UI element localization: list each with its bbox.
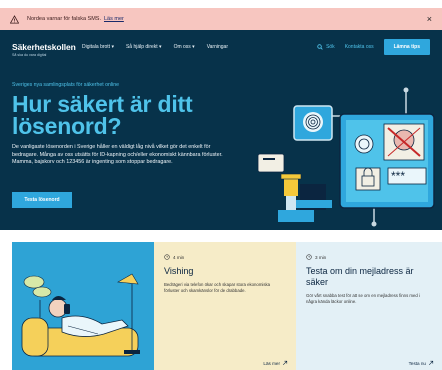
search-icon (317, 44, 323, 50)
search-label: Sök (326, 44, 335, 50)
svg-text:***: *** (391, 169, 405, 183)
article-card-email-test[interactable]: 3 min Testa om din mejladress är säker G… (296, 242, 442, 370)
close-icon[interactable]: × (427, 13, 432, 25)
search-link[interactable]: Sök (317, 44, 335, 50)
test-now-link[interactable]: Testa nu (409, 360, 434, 366)
alert-read-more-link[interactable]: Läs mer (104, 16, 124, 22)
clock-icon (164, 254, 170, 260)
clock-icon (306, 254, 312, 260)
nav-item-digitala-brott[interactable]: Digitala brott ▾ (82, 44, 114, 50)
vishing-illustration (12, 242, 154, 370)
read-time: 3 min (306, 254, 432, 260)
test-now-label: Testa nu (408, 360, 426, 366)
hero-section: Säkerhetskollen Så ska du vara digital D… (0, 30, 442, 230)
hero-title-line-1: Hur säkert är ditt (12, 91, 193, 117)
alert-text: Nordea varnar för falska SMS. (27, 16, 101, 22)
read-time: 4 min (164, 254, 286, 260)
brand-name: Säkerhetskollen (12, 42, 76, 52)
main-nav: Säkerhetskollen Så ska du vara digital D… (0, 30, 442, 68)
arrow-icon (428, 360, 434, 366)
test-password-button[interactable]: Testa lösenord (12, 192, 72, 208)
nav-item-hjalp-direkt[interactable]: Så hjälp direkt ▾ (126, 44, 162, 50)
nav-actions: Sök Kontakta oss Lämna tips (317, 39, 430, 55)
submit-tip-button[interactable]: Lämna tips (383, 39, 430, 55)
warning-icon (10, 14, 19, 24)
hero-title-line-2: lösenord? (12, 113, 122, 139)
read-more-label: Läs mer (263, 360, 280, 366)
nav-item-om-oss[interactable]: Om oss ▾ (174, 44, 195, 50)
card-title: Testa om din mejladress är säker (306, 266, 414, 287)
brand-tagline: Så ska du vara digital (12, 53, 47, 57)
alert-banner: Nordea varnar för falska SMS. Läs mer × (0, 8, 442, 30)
arrow-icon (282, 360, 288, 366)
hero-title: Hur säkert är ditt lösenord? (12, 91, 232, 139)
hero-lead: De vanligaste lösenorden i Sverige hålle… (12, 144, 223, 166)
read-time-label: 3 min (315, 254, 327, 260)
article-card-vishing[interactable]: 4 min Vishing Bedrägeri via telefon ökar… (154, 242, 296, 370)
card-description: Gör vårt snabba test för att se om en me… (306, 293, 420, 304)
password-security-illustration: *** (257, 87, 435, 227)
read-more-link[interactable]: Läs mer (263, 360, 288, 366)
card-description: Bedrägeri via telefon ökar och skapar st… (164, 282, 271, 293)
contact-link[interactable]: Kontakta oss (345, 44, 374, 50)
card-title: Vishing (164, 266, 194, 276)
hero-kicker: Sveriges nya samlingsplats för säkerhet … (12, 82, 119, 88)
nav-item-varningar[interactable]: Varningar (207, 44, 228, 50)
hero-text: Sveriges nya samlingsplats för säkerhet … (12, 82, 232, 167)
read-time-label: 4 min (173, 254, 185, 260)
article-cards: 4 min Vishing Bedrägeri via telefon ökar… (12, 242, 442, 370)
site-logo[interactable]: Säkerhetskollen Så ska du vara digital (12, 42, 76, 57)
nav-menu: Digitala brott ▾ Så hjälp direkt ▾ Om os… (82, 44, 228, 50)
